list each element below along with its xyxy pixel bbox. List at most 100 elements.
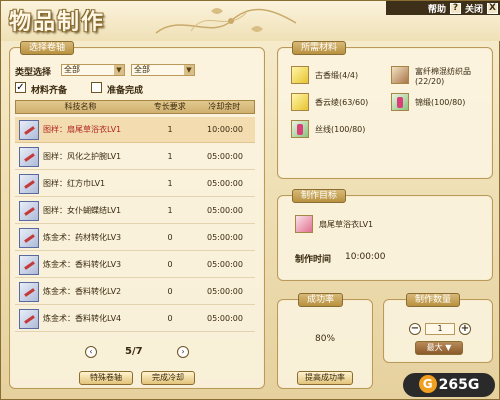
recipe-name: 图样：女仆蝴蝶结LV1 [43,206,122,215]
decrease-quantity-button[interactable]: − [409,323,421,335]
chevron-down-icon: ▼ [445,343,452,352]
close-icon[interactable]: X [487,2,498,14]
page-indicator: 5/7 [125,346,143,357]
material-item[interactable]: 古香缎(4/4) [291,66,358,84]
recipe-row[interactable]: 炼金术：香料转化LV3 0 05:00:00 [15,252,255,278]
ready-complete-label: 准备完成 [107,86,144,96]
increase-quantity-button[interactable]: + [459,323,471,335]
material-count: (22/20) [415,77,445,86]
recipe-cooldown: 05:00:00 [207,287,243,296]
recipe-row[interactable]: 图样：风化之护腕LV1 1 05:00:00 [15,144,255,170]
quantity-input[interactable]: 1 [425,323,455,335]
material-item[interactable]: 香云绫(63/60) [291,93,368,111]
item-crafting-window: 物品制作 帮助 ? 关闭 X 选择卷轴 类型选择 全部 ▼ 全部 ▼ ✓ 材料齐… [0,0,500,400]
raise-success-rate-button[interactable]: 提高成功率 [297,371,353,385]
recipe-name: 炼金术：药材转化LV3 [43,233,122,242]
recipe-scroll-icon [19,200,39,221]
top-controls: 帮助 ? 关闭 X [386,1,500,15]
silk-icon [391,93,409,111]
quantity-panel-tab: 制作数量 [406,293,461,307]
chevron-down-icon[interactable]: ▼ [184,65,194,75]
materials-panel-tab: 所需材料 [292,41,347,55]
recipe-table-header: 科技名称 专长要求 冷却余时 [15,100,255,114]
title-bar: 物品制作 帮助 ? 关闭 X [1,1,500,41]
target-panel: 制作目标 [277,189,493,281]
material-item[interactable]: 锦缎(100/80) [391,93,465,111]
recipe-cooldown: 10:00:00 [207,125,243,134]
recipe-requirement: 0 [167,314,173,323]
success-rate-value: 80% [315,334,336,344]
recipe-cooldown: 05:00:00 [207,152,243,161]
recipe-name: 炼金术：香料转化LV4 [43,314,122,323]
recipe-scroll-icon [19,254,39,275]
type-filter-value-1: 全部 [64,65,80,74]
recipe-scroll-icon [19,173,39,194]
column-header-name: 科技名称 [64,102,97,111]
recipe-requirement: 1 [167,206,173,215]
type-filter-select-2[interactable]: 全部 ▼ [131,64,195,76]
max-quantity-button[interactable]: 最大 ▼ [415,341,463,355]
yellow-cloth-icon [291,93,309,111]
type-label: 类型选择 [15,68,52,78]
material-item[interactable]: 丝线(100/80) [291,120,365,138]
recipe-cooldown: 05:00:00 [207,260,243,269]
next-page-button[interactable]: › [177,346,189,358]
recipe-cooldown: 05:00:00 [207,314,243,323]
recipe-row[interactable]: 图样：女仆蝴蝶结LV1 1 05:00:00 [15,198,255,224]
target-item[interactable]: 扇尾草浴衣LV1 [295,215,373,233]
max-quantity-label: 最大 [426,343,443,352]
recipe-row[interactable]: 炼金术：香料转化LV4 0 05:00:00 [15,306,255,332]
logo-circle: G [418,375,437,393]
brown-cloth-icon [391,66,409,84]
recipe-requirement: 1 [167,125,173,134]
prev-page-button[interactable]: ‹ [85,346,97,358]
recipe-name: 炼金术：香料转化LV3 [43,260,122,269]
help-label[interactable]: 帮助 [428,2,446,15]
craft-time-value: 10:00:00 [345,252,386,262]
ready-complete-checkbox[interactable] [91,82,102,93]
recipe-row[interactable]: 炼金术：药材转化LV3 0 05:00:00 [15,225,255,251]
recipe-row[interactable]: 炼金术：香料转化LV2 0 05:00:00 [15,279,255,305]
recipe-name: 图样：扇尾草浴衣LV1 [43,125,122,134]
type-filter-value-2: 全部 [134,65,150,74]
column-header-requirement: 专长要求 [153,102,186,111]
recipe-name: 图样：风化之护腕LV1 [43,152,122,161]
close-label[interactable]: 关闭 [465,2,483,15]
window-title: 物品制作 [9,9,106,35]
recipe-cooldown: 05:00:00 [207,179,243,188]
target-item-name: 扇尾草浴衣LV1 [319,219,374,229]
recipe-scroll-icon [19,308,39,329]
craft-time-label: 制作时间 [295,255,332,265]
dress-icon [295,215,313,233]
decorative-swirl-icon [155,8,297,34]
column-header-cooldown: 冷却余时 [208,102,241,111]
recipe-scroll-icon [19,146,39,167]
recipe-cooldown: 05:00:00 [207,233,243,242]
finish-cooldown-button[interactable]: 完成冷却 [141,371,195,385]
material-label-block: 富纤棉混纺织品 (22/20) [415,66,471,86]
material-label: 富纤棉混纺织品 [415,67,471,76]
success-rate-panel-tab: 成功率 [298,293,344,307]
material-label: 锦缎(100/80) [415,97,466,107]
recipe-requirement: 1 [167,179,173,188]
recipe-row[interactable]: 图样：红方巾LV1 1 05:00:00 [15,171,255,197]
help-icon[interactable]: ? [449,2,461,14]
type-filter-select-1[interactable]: 全部 ▼ [61,64,125,76]
thread-icon [291,120,309,138]
materials-ready-label: 材料齐备 [31,86,68,96]
recipe-panel-tab: 选择卷轴 [20,41,75,55]
recipe-requirement: 0 [167,260,173,269]
recipe-requirement: 0 [167,233,173,242]
target-panel-tab: 制作目标 [292,189,347,203]
recipe-row[interactable]: 图样：扇尾草浴衣LV1 1 10:00:00 [15,117,255,143]
material-label: 香云绫(63/60) [315,97,369,107]
material-item[interactable]: 富纤棉混纺织品 (22/20) [391,66,471,86]
site-watermark-logo: G 265G [403,373,495,397]
materials-ready-checkbox[interactable]: ✓ [15,82,26,93]
recipe-name: 炼金术：香料转化LV2 [43,287,122,296]
chevron-down-icon[interactable]: ▼ [114,65,124,75]
recipe-name: 图样：红方巾LV1 [43,179,106,188]
recipe-cooldown: 05:00:00 [207,206,243,215]
special-scroll-button[interactable]: 特殊卷轴 [79,371,133,385]
recipe-scroll-icon [19,227,39,248]
